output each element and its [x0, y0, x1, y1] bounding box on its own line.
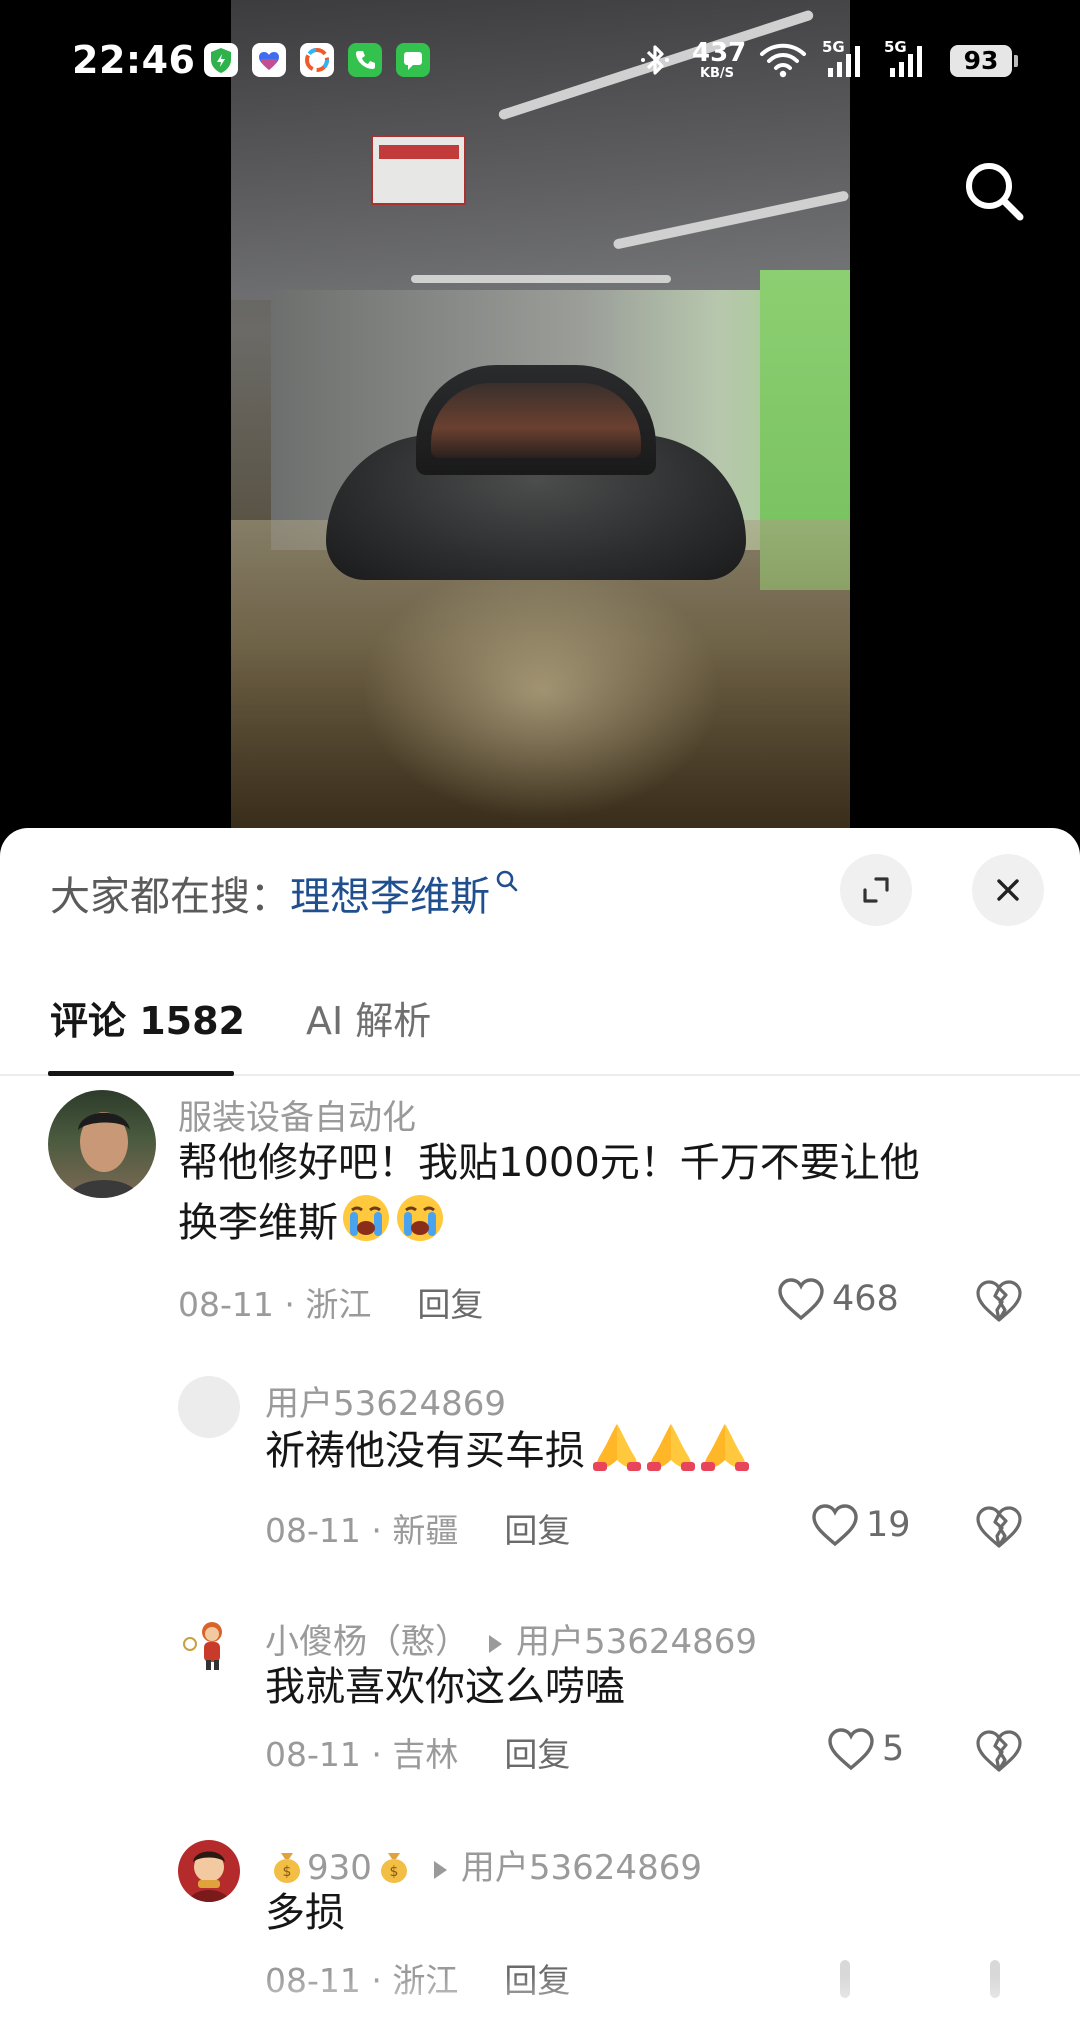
network-speed: 437 KB/S — [692, 38, 747, 81]
cell-signal-1-icon — [828, 46, 860, 77]
heart-icon — [828, 1728, 874, 1771]
avatar[interactable] — [178, 1614, 240, 1676]
comment-username[interactable]: 用户53624869 — [265, 1376, 506, 1425]
tab-comments[interactable]: 评论 1582 — [50, 990, 245, 1045]
hot-search-prefix: 大家都在搜： — [50, 874, 290, 920]
comment-date-location: 08-11 · 新疆 — [265, 1511, 459, 1550]
water-reflection — [361, 560, 721, 820]
comment-username: $930 $ 用户53624869 — [265, 1840, 702, 1889]
ceiling-pipe — [411, 275, 671, 283]
network-speed-unit: KB/S — [699, 66, 735, 81]
comment-text-line: 帮他修好吧！我贴1000元！千万不要让他 — [178, 1140, 920, 1186]
hot-search-bar: 大家都在搜：理想李维斯 — [50, 864, 520, 922]
video-frame — [231, 0, 850, 828]
comment-username: 小傻杨（憨） 用户53624869 — [265, 1614, 757, 1663]
dislike-button[interactable] — [974, 1728, 1024, 1778]
like-count: 5 — [882, 1729, 905, 1769]
status-bar: 22:46 437 KB/S 5G 5G 93 — [0, 0, 1080, 120]
reply-to-username[interactable]: 用户53624869 — [461, 1848, 702, 1888]
comment-tabs: 评论 1582 AI 解析 — [0, 978, 1080, 1076]
reply-username[interactable]: 小傻杨（憨） — [265, 1622, 469, 1662]
dislike-button[interactable] — [974, 1504, 1024, 1554]
like-count: 19 — [866, 1505, 911, 1545]
comment-meta: 08-11 · 吉林 回复 — [265, 1728, 570, 1776]
comment-text-line-2: 换李维斯 — [178, 1192, 920, 1252]
comment-text: 祈祷他没有买车损 — [265, 1420, 749, 1480]
video-player[interactable] — [0, 0, 1080, 828]
crying-face-emoji — [340, 1192, 392, 1244]
reply-button[interactable]: 回复 — [417, 1285, 483, 1324]
cell-signal-2-icon — [890, 46, 922, 77]
tab-ai-analysis[interactable]: AI 解析 — [306, 990, 431, 1045]
status-time: 22:46 — [72, 38, 196, 82]
like-button[interactable]: 468 — [776, 1276, 899, 1322]
comment-date-location: 08-11 · 浙江 — [178, 1285, 372, 1324]
crying-face-emoji — [394, 1192, 446, 1244]
broken-heart-icon — [976, 1730, 1022, 1772]
reply-arrow-icon — [433, 1860, 447, 1879]
comment-text: 我就喜欢你这么唠嗑 — [265, 1664, 625, 1710]
close-sheet-button[interactable] — [972, 854, 1044, 926]
reply-button[interactable]: 回复 — [504, 1735, 570, 1774]
reply-username[interactable]: 930 — [307, 1848, 372, 1888]
small-search-icon — [494, 858, 520, 904]
folded-hands-emoji — [695, 1420, 749, 1472]
expand-icon — [863, 877, 889, 903]
comment-text: 帮他修好吧！我贴1000元！千万不要让他 换李维斯 — [178, 1134, 920, 1252]
health-app-icon — [252, 43, 286, 77]
messages-app-icon — [396, 43, 430, 77]
wifi-icon — [760, 43, 806, 78]
like-button[interactable]: 5 — [826, 1726, 904, 1772]
reply-button[interactable]: 回复 — [504, 1511, 570, 1550]
folded-hands-emoji — [587, 1420, 641, 1472]
hot-search-keyword[interactable]: 理想李维斯 — [290, 874, 490, 920]
parking-sign — [371, 135, 466, 205]
expand-sheet-button[interactable] — [840, 854, 912, 926]
heart-icon — [812, 1504, 858, 1547]
battery-indicator: 93 — [950, 45, 1018, 77]
avatar[interactable] — [178, 1840, 240, 1902]
avatar[interactable] — [48, 1090, 156, 1198]
like-count: 468 — [832, 1279, 899, 1319]
comment-username[interactable]: 服装设备自动化 — [178, 1090, 416, 1139]
submerged-car — [326, 365, 746, 580]
comment-sheet: 大家都在搜：理想李维斯 评论 1582 AI 解析 服装设备自动化 帮他修好吧！… — [0, 828, 1080, 2035]
network-speed-value: 437 — [692, 38, 747, 68]
phone-app-icon — [348, 43, 382, 77]
comment-meta: 08-11 · 新疆 回复 — [265, 1504, 570, 1552]
comment-meta: 08-11 · 浙江 回复 — [178, 1278, 483, 1326]
money-bag-emoji: $ — [374, 1845, 414, 1885]
comment-text-span: 换李维斯 — [178, 1200, 338, 1246]
video-search-button[interactable] — [958, 155, 1030, 227]
search-icon — [966, 163, 1024, 221]
svg-text:$: $ — [389, 1864, 398, 1880]
money-bag-emoji: $ — [267, 1845, 307, 1885]
dislike-button[interactable] — [974, 1278, 1024, 1328]
browser-app-icon — [300, 43, 334, 77]
broken-heart-icon — [976, 1506, 1022, 1548]
folded-hands-emoji — [641, 1420, 695, 1472]
avatar[interactable] — [178, 1376, 240, 1438]
svg-text:$: $ — [283, 1864, 292, 1880]
active-tab-indicator — [48, 1071, 234, 1076]
reply-to-username[interactable]: 用户53624869 — [516, 1622, 757, 1662]
broken-heart-icon — [976, 1280, 1022, 1322]
security-app-icon — [204, 43, 238, 77]
car-windshield — [431, 383, 641, 458]
close-icon — [997, 879, 1019, 901]
comment-text: 多损 — [265, 1890, 345, 1936]
comment-text-span: 祈祷他没有买车损 — [265, 1428, 585, 1474]
bottom-fade — [0, 1975, 1080, 2035]
heart-icon — [778, 1278, 824, 1321]
reply-arrow-icon — [489, 1634, 502, 1653]
bluetooth-icon — [641, 45, 669, 75]
comment-date-location: 08-11 · 吉林 — [265, 1735, 459, 1774]
like-button[interactable]: 19 — [810, 1502, 911, 1548]
